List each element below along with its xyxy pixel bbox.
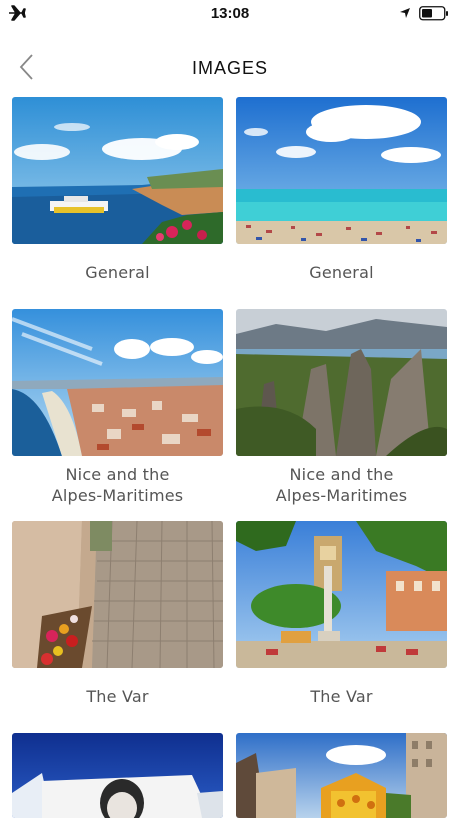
gallery-thumbnail[interactable]	[12, 521, 223, 668]
gallery-caption: General	[309, 263, 374, 282]
location-arrow-icon	[400, 8, 410, 18]
gallery-item[interactable]: General	[236, 97, 447, 283]
gallery-item[interactable]: The Var	[236, 521, 447, 707]
nav-header: IMAGES	[0, 40, 460, 96]
status-time: 13:08	[210, 5, 250, 22]
gallery-item[interactable]: The Var	[12, 521, 223, 707]
page-title: IMAGES	[191, 58, 268, 78]
gallery-thumbnail[interactable]	[236, 733, 447, 818]
gallery-caption: Nice and the Alpes-Maritimes	[51, 465, 184, 505]
status-bar: 13:08	[0, 0, 460, 28]
gallery-caption: General	[85, 263, 150, 282]
gallery-item[interactable]	[236, 733, 447, 818]
gallery-thumbnail[interactable]	[236, 309, 447, 456]
battery-icon	[419, 6, 448, 21]
gallery-item[interactable]: Nice and the Alpes-Maritimes	[12, 309, 223, 506]
gallery-caption: The Var	[86, 687, 149, 706]
gallery-thumbnail[interactable]	[12, 733, 223, 818]
gallery-thumbnail[interactable]	[12, 309, 223, 456]
gallery-thumbnail[interactable]	[12, 97, 223, 244]
gallery-item[interactable]	[12, 733, 223, 818]
gallery-thumbnail[interactable]	[236, 521, 447, 668]
gallery-caption: Nice and the Alpes-Maritimes	[275, 465, 408, 505]
gallery-item[interactable]: Nice and the Alpes-Maritimes	[236, 309, 447, 506]
gallery-item[interactable]: General	[12, 97, 223, 283]
gallery-thumbnail[interactable]	[236, 97, 447, 244]
gallery-caption: The Var	[310, 687, 373, 706]
